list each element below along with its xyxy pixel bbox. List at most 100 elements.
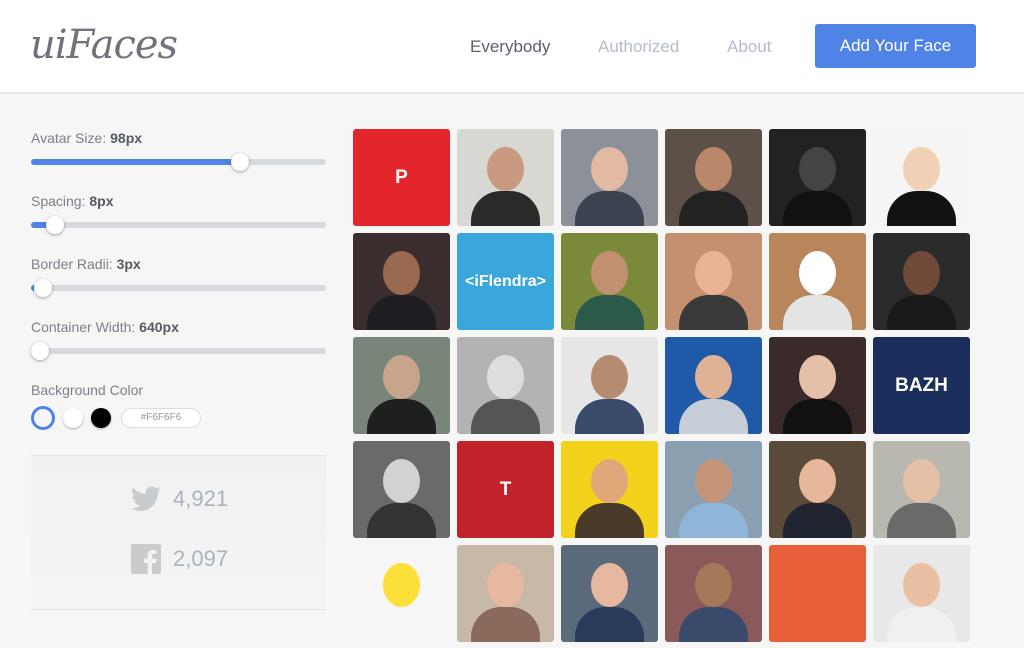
- slider-thumb[interactable]: [33, 279, 52, 297]
- avatar-tile[interactable]: [665, 233, 762, 330]
- background-color-control: Background Color #F6F6F6: [31, 382, 326, 430]
- avatar-tile[interactable]: [561, 233, 658, 330]
- avatar-body: [783, 295, 852, 330]
- avatar-tile[interactable]: [873, 545, 970, 642]
- avatar-face: [799, 251, 836, 295]
- avatar-tile[interactable]: [457, 129, 554, 226]
- logo[interactable]: uiFaces: [30, 22, 178, 68]
- avatar-tile[interactable]: [457, 337, 554, 434]
- avatar-logo-text: P: [395, 166, 408, 188]
- value: 98px: [110, 130, 143, 146]
- header: uiFaces Everybody Authorized About Add Y…: [0, 0, 1024, 94]
- avatar-tile[interactable]: [665, 441, 762, 538]
- avatar-tile[interactable]: [353, 545, 450, 642]
- value: 640px: [139, 319, 179, 335]
- avatar-tile[interactable]: P: [353, 129, 450, 226]
- avatar-size-control: Avatar Size: 98px: [31, 130, 326, 193]
- avatar-body: [575, 503, 644, 538]
- avatar-body: [887, 295, 956, 330]
- hex-input[interactable]: #F6F6F6: [121, 408, 201, 428]
- avatar-body: [367, 607, 436, 642]
- spacing-control: Spacing: 8px: [31, 193, 326, 256]
- avatar-body: [679, 503, 748, 538]
- avatar-body: [783, 503, 852, 538]
- avatar-face: [903, 563, 940, 607]
- avatar-tile[interactable]: [873, 129, 970, 226]
- avatar-face: [903, 459, 940, 503]
- avatar-tile[interactable]: [353, 441, 450, 538]
- avatar-tile[interactable]: [561, 441, 658, 538]
- avatar-body: [471, 399, 540, 434]
- slider-thumb[interactable]: [45, 216, 64, 234]
- container-width-slider[interactable]: [30, 342, 326, 360]
- avatar-tile[interactable]: <iFlendra>: [457, 233, 554, 330]
- avatar-face: [383, 355, 420, 399]
- avatar-tile[interactable]: [769, 545, 866, 642]
- avatar-face: [695, 459, 732, 503]
- avatar-face: [487, 355, 524, 399]
- avatar-body: [887, 191, 956, 226]
- twitter-count[interactable]: 4,921: [131, 486, 228, 512]
- controls-panel: Avatar Size: 98px Spacing: 8px Border Ra…: [30, 130, 326, 430]
- spacing-slider[interactable]: [31, 216, 326, 234]
- color-swatch[interactable]: [63, 408, 83, 428]
- border-radii-control: Border Radii: 3px: [31, 256, 326, 319]
- nav-everybody[interactable]: Everybody: [470, 37, 550, 57]
- avatar-body: [887, 503, 956, 538]
- avatar-tile[interactable]: BAZH: [873, 337, 970, 434]
- border-radii-label: Border Radii: 3px: [31, 256, 326, 272]
- color-swatch[interactable]: [91, 408, 111, 428]
- avatar-tile[interactable]: [769, 441, 866, 538]
- nav-authorized[interactable]: Authorized: [598, 37, 679, 57]
- avatar-tile[interactable]: [561, 337, 658, 434]
- avatar-face: [383, 459, 420, 503]
- avatar-body: [783, 399, 852, 434]
- avatar-tile[interactable]: [769, 233, 866, 330]
- avatar-face: [487, 147, 524, 191]
- container-width-control: Container Width: 640px: [30, 319, 326, 382]
- avatar-tile[interactable]: [665, 337, 762, 434]
- color-swatches: #F6F6F6: [31, 406, 326, 430]
- avatar-tile[interactable]: [353, 233, 450, 330]
- spacing-label: Spacing: 8px: [31, 193, 326, 209]
- avatar-face: [487, 563, 524, 607]
- avatar-tile[interactable]: [665, 129, 762, 226]
- avatar-body: [367, 503, 436, 538]
- border-radii-slider[interactable]: [31, 279, 326, 297]
- value: 8px: [89, 193, 114, 209]
- label: Container Width:: [31, 319, 136, 335]
- avatar-body: [367, 399, 436, 434]
- label: Avatar Size:: [31, 130, 107, 146]
- slider-thumb[interactable]: [30, 342, 49, 360]
- avatar-tile[interactable]: T: [457, 441, 554, 538]
- avatar-body: [679, 399, 748, 434]
- avatar-tile[interactable]: [769, 337, 866, 434]
- avatar-face: [591, 251, 628, 295]
- avatar-face: [799, 355, 836, 399]
- facebook-count-value: 2,097: [173, 546, 229, 571]
- avatar-tile[interactable]: [873, 233, 970, 330]
- label: Spacing:: [31, 193, 86, 209]
- avatar-face: [695, 355, 732, 399]
- avatar-tile[interactable]: [665, 545, 762, 642]
- avatar-tile[interactable]: [561, 129, 658, 226]
- avatar-tile[interactable]: [769, 129, 866, 226]
- slider-thumb[interactable]: [231, 153, 250, 171]
- nav-about[interactable]: About: [727, 37, 771, 57]
- avatar-face: [591, 147, 628, 191]
- avatar-face: [695, 147, 732, 191]
- avatar-tile[interactable]: [873, 441, 970, 538]
- avatar-size-slider[interactable]: [31, 153, 326, 171]
- avatar-body: [679, 295, 748, 330]
- avatar-face: [591, 355, 628, 399]
- avatar-face: [799, 147, 836, 191]
- avatar-body: [575, 399, 644, 434]
- color-swatch[interactable]: [31, 406, 55, 430]
- facebook-count[interactable]: 2,097: [131, 544, 228, 574]
- avatar-tile[interactable]: [457, 545, 554, 642]
- avatar-size-label: Avatar Size: 98px: [31, 130, 326, 146]
- avatar-face: [903, 251, 940, 295]
- avatar-tile[interactable]: [353, 337, 450, 434]
- avatar-tile[interactable]: [561, 545, 658, 642]
- add-your-face-button[interactable]: Add Your Face: [815, 24, 976, 68]
